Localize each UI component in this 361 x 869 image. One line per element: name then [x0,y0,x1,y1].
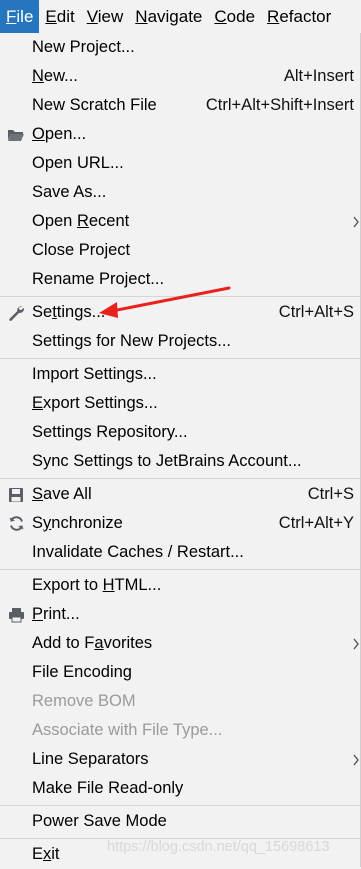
menu-item-label: Add to Favorites [32,634,153,652]
menu-item-label: Settings for New Projects... [32,332,231,350]
menu-item-label: Settings Repository... [32,423,188,441]
menu-item-synchronize[interactable]: Synchronize Ctrl+Alt+Y [0,509,360,538]
menu-item-new[interactable]: New... Alt+Insert [0,62,360,91]
menu-item-label: Open... [32,125,87,143]
printer-icon [7,606,25,624]
shortcut-label: Alt+Insert [283,67,354,85]
menu-item-label: Import Settings... [32,365,157,383]
menu-item-settings-repository[interactable]: Settings Repository... [0,418,360,447]
wrench-icon [7,304,25,322]
menu-item-export-html[interactable]: Export to HTML... [0,571,360,600]
menu-item-associate-file-type: Associate with File Type... [0,716,360,745]
menu-item-label: Make File Read-only [32,779,184,797]
menu-item-add-to-favorites[interactable]: Add to Favorites [0,629,360,658]
menu-item-label: File Encoding [32,663,132,681]
save-icon [7,486,25,504]
menu-item-label: Close Project [32,241,131,259]
menu-item-import-settings[interactable]: Import Settings... [0,360,360,389]
menu-item-power-save-mode[interactable]: Power Save Mode [0,807,360,836]
chevron-right-icon [353,638,359,649]
menu-item-print[interactable]: Print... [0,600,360,629]
menu-item-label: Remove BOM [32,692,136,710]
menu-item-label: Line Separators [32,750,149,768]
shortcut-label: Ctrl+S [307,485,354,503]
menu-item-invalidate-caches[interactable]: Invalidate Caches / Restart... [0,538,360,567]
shortcut-label: Ctrl+Alt+Y [278,514,354,532]
folder-icon [7,126,25,144]
menu-item-line-separators[interactable]: Line Separators [0,745,360,774]
menu-item-close-project[interactable]: Close Project [0,236,360,265]
menu-item-label: New Scratch File [32,96,157,114]
menu-item-open[interactable]: Open... [0,120,360,149]
menu-item-label: Save As... [32,183,107,201]
chevron-right-icon [353,754,359,765]
chevron-right-icon [353,216,359,227]
menubar-code[interactable]: Code [208,0,261,33]
menu-item-label: New Project... [32,38,135,56]
menu-item-new-project[interactable]: New Project... [0,33,360,62]
menu-item-new-scratch-file[interactable]: New Scratch File Ctrl+Alt+Shift+Insert [0,91,360,120]
menu-item-label: Synchronize [32,514,123,532]
menubar-file[interactable]: File [0,0,40,33]
menu-item-save-as[interactable]: Save As... [0,178,360,207]
menu-item-sync-settings[interactable]: Sync Settings to JetBrains Account... [0,447,360,476]
menu-item-label: Open URL... [32,154,124,172]
menu-separator [0,478,360,479]
menu-item-label: Sync Settings to JetBrains Account... [32,452,302,470]
menu-item-settings[interactable]: Settings... Ctrl+Alt+S [0,298,360,327]
menubar-edit[interactable]: Edit [39,0,80,33]
shortcut-label: Ctrl+Alt+Shift+Insert [205,96,354,114]
menu-item-label: New... [32,67,78,85]
menu-separator [0,296,360,297]
shortcut-label: Ctrl+Alt+S [278,303,354,321]
menu-item-open-url[interactable]: Open URL... [0,149,360,178]
menu-separator [0,358,360,359]
menu-separator [0,569,360,570]
menu-item-label: Invalidate Caches / Restart... [32,543,244,561]
menu-separator [0,805,360,806]
menubar-view[interactable]: View [81,0,130,33]
menu-item-rename-project[interactable]: Rename Project... [0,265,360,294]
menu-item-open-recent[interactable]: Open Recent [0,207,360,236]
menu-item-file-encoding[interactable]: File Encoding [0,658,360,687]
menubar-navigate[interactable]: Navigate [129,0,208,33]
sync-icon [7,515,25,533]
menu-item-save-all[interactable]: Save All Ctrl+S [0,480,360,509]
menu-item-label: Export Settings... [32,394,158,412]
menu-item-label: Open Recent [32,212,130,230]
menu-item-remove-bom: Remove BOM [0,687,360,716]
menu-item-make-read-only[interactable]: Make File Read-only [0,774,360,803]
menubar-refactor[interactable]: Refactor [261,0,337,33]
menu-item-settings-new-projects[interactable]: Settings for New Projects... [0,327,360,356]
menu-item-label: Settings... [32,303,106,321]
menu-item-label: Exit [32,845,60,863]
menu-item-label: Rename Project... [32,270,165,288]
menu-item-label: Save All [32,485,92,503]
menu-item-label: Associate with File Type... [32,721,223,739]
menu-item-label: Print... [32,605,80,623]
menu-item-label: Export to HTML... [32,576,162,594]
menu-bar: File Edit View Navigate Code Refactor [0,0,361,33]
watermark: https://blog.csdn.net/qq_15698613 [107,839,330,855]
menu-item-export-settings[interactable]: Export Settings... [0,389,360,418]
menu-item-label: Power Save Mode [32,812,167,830]
